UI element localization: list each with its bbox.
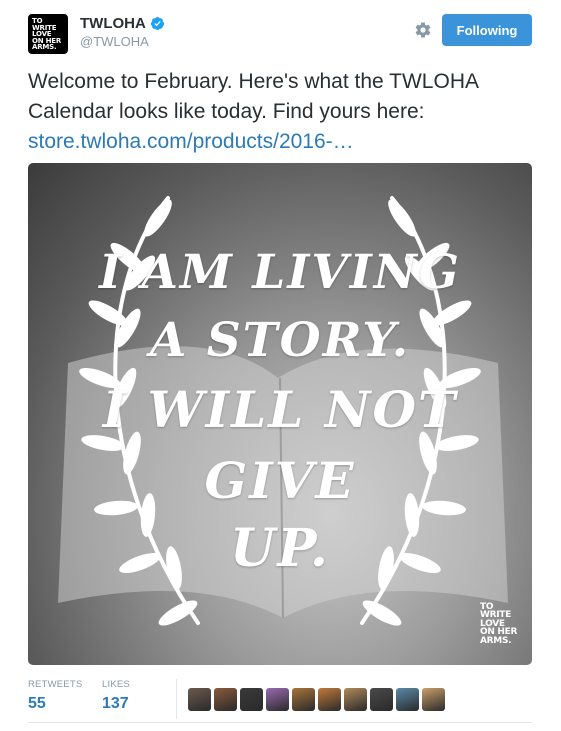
display-name[interactable]: TWLOHA bbox=[80, 15, 146, 32]
tweet-body: Welcome to February. Here's what the TWL… bbox=[28, 70, 478, 123]
likes-stat[interactable]: LIKES 137 bbox=[102, 679, 130, 713]
liker-avatar[interactable] bbox=[318, 688, 341, 711]
liker-avatar[interactable] bbox=[344, 688, 367, 711]
verified-badge-icon bbox=[150, 16, 164, 31]
tweet-text: Welcome to February. Here's what the TWL… bbox=[28, 67, 538, 157]
avatar-text-line: ARMS. bbox=[32, 43, 57, 52]
twloha-logo: TO WRITE LOVE ON HER ARMS. bbox=[480, 602, 517, 646]
liker-avatar[interactable] bbox=[396, 688, 419, 711]
tweet-header: TO WRITE LOVE ON HER ARMS. TWLOHA @TWLOH… bbox=[28, 14, 538, 54]
account-handle[interactable]: @TWLOHA bbox=[80, 34, 165, 49]
tweet-link[interactable]: store.twloha.com/products/2016-… bbox=[28, 130, 354, 153]
quote-line: I WILL NOT bbox=[102, 380, 458, 439]
quote-line: UP. bbox=[230, 518, 330, 579]
likes-count[interactable]: 137 bbox=[102, 695, 130, 713]
liker-avatar[interactable] bbox=[292, 688, 315, 711]
retweets-stat[interactable]: RETWEETS 55 bbox=[28, 679, 82, 713]
account-name-block[interactable]: TWLOHA @TWLOHA bbox=[80, 15, 165, 49]
stats-divider bbox=[176, 679, 177, 719]
retweets-label: RETWEETS bbox=[28, 679, 83, 690]
liker-avatar[interactable] bbox=[422, 688, 445, 711]
quote-line: A STORY. bbox=[149, 313, 411, 368]
following-button[interactable]: Following bbox=[442, 14, 532, 46]
avatar[interactable]: TO WRITE LOVE ON HER ARMS. bbox=[28, 14, 68, 54]
liker-avatar[interactable] bbox=[214, 688, 237, 711]
bottom-divider bbox=[28, 722, 532, 723]
liker-avatar[interactable] bbox=[370, 688, 393, 711]
liker-avatars bbox=[188, 688, 445, 711]
likes-label: LIKES bbox=[102, 679, 130, 690]
liker-avatar[interactable] bbox=[188, 688, 211, 711]
tweet-stats: RETWEETS 55 LIKES 137 bbox=[28, 679, 532, 719]
retweets-count[interactable]: 55 bbox=[28, 695, 82, 713]
liker-avatar[interactable] bbox=[266, 688, 289, 711]
display-name-row[interactable]: TWLOHA bbox=[80, 15, 165, 32]
liker-avatar[interactable] bbox=[240, 688, 263, 711]
tweet-media-image[interactable]: I AM LIVING A STORY. I WILL NOT GIVE UP.… bbox=[28, 163, 532, 665]
quote-line: GIVE bbox=[204, 451, 356, 510]
quote-line: I AM LIVING bbox=[99, 245, 461, 300]
logo-text-line: ARMS. bbox=[480, 635, 512, 646]
gear-icon[interactable] bbox=[414, 21, 432, 39]
